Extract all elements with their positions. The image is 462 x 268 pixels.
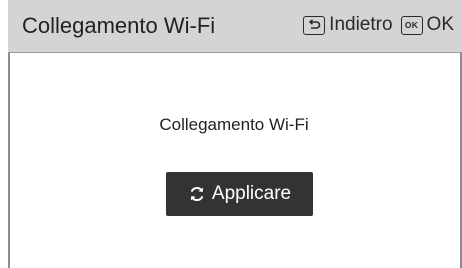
wifi-connection-screen: Collegamento Wi-Fi Indietro OK OK Colleg… — [0, 0, 462, 268]
back-label: Indietro — [329, 14, 393, 35]
header-actions: Indietro OK OK — [303, 14, 454, 36]
page-title: Collegamento Wi-Fi — [22, 13, 216, 38]
back-button[interactable]: Indietro — [303, 14, 393, 36]
refresh-icon — [188, 185, 206, 203]
apply-label: Applicare — [211, 183, 292, 204]
ok-label: OK — [426, 14, 454, 35]
wifi-connection-label: Collegamento Wi-Fi — [159, 115, 309, 134]
apply-button[interactable]: Applicare — [166, 172, 313, 216]
ok-button[interactable]: OK OK — [400, 14, 454, 36]
header-bar: Collegamento Wi-Fi Indietro OK OK — [8, 0, 462, 53]
back-arrow-icon — [303, 15, 326, 35]
ok-key-icon: OK — [400, 15, 423, 35]
